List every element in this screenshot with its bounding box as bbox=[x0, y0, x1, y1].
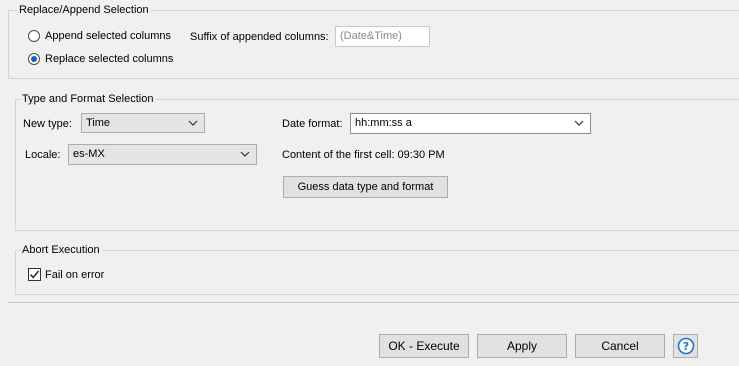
new-type-value: Time bbox=[86, 117, 111, 129]
help-button[interactable]: ? bbox=[673, 334, 698, 358]
date-format-label: Date format: bbox=[282, 118, 343, 130]
replace-columns-label[interactable]: Replace selected columns bbox=[45, 52, 173, 66]
chevron-down-icon bbox=[240, 151, 250, 157]
first-cell-content: Content of the first cell: 09:30 PM bbox=[282, 149, 445, 161]
ok-execute-button[interactable]: OK - Execute bbox=[379, 334, 469, 358]
cancel-button[interactable]: Cancel bbox=[575, 334, 665, 358]
abort-execution-legend: Abort Execution bbox=[20, 244, 102, 257]
new-type-label: New type: bbox=[23, 118, 72, 130]
append-columns-label[interactable]: Append selected columns bbox=[45, 29, 171, 43]
date-format-value: hh:mm:ss a bbox=[355, 117, 412, 129]
fail-on-error-checkbox[interactable] bbox=[28, 268, 41, 281]
svg-text:?: ? bbox=[683, 340, 689, 353]
new-type-select[interactable]: Time bbox=[81, 113, 205, 133]
type-format-legend: Type and Format Selection bbox=[20, 93, 156, 106]
replace-append-legend: Replace/Append Selection bbox=[17, 4, 151, 17]
suffix-label: Suffix of appended columns: bbox=[190, 31, 329, 43]
abort-execution-group bbox=[15, 250, 739, 295]
append-columns-radio[interactable] bbox=[28, 30, 40, 42]
locale-label: Locale: bbox=[25, 149, 61, 161]
locale-value: es-MX bbox=[73, 148, 105, 160]
apply-button[interactable]: Apply bbox=[477, 334, 567, 358]
panel-bottom-separator bbox=[8, 302, 739, 303]
locale-select[interactable]: es-MX bbox=[68, 144, 257, 165]
date-format-select[interactable]: hh:mm:ss a bbox=[350, 113, 591, 134]
chevron-down-icon bbox=[188, 120, 198, 126]
check-icon bbox=[29, 270, 40, 279]
guess-format-button[interactable]: Guess data type and format bbox=[283, 176, 448, 198]
suffix-input[interactable]: (Date&Time) bbox=[335, 26, 430, 47]
replace-columns-radio[interactable] bbox=[28, 53, 40, 65]
help-icon: ? bbox=[677, 337, 695, 355]
chevron-down-icon bbox=[574, 120, 584, 126]
fail-on-error-label[interactable]: Fail on error bbox=[45, 268, 104, 282]
